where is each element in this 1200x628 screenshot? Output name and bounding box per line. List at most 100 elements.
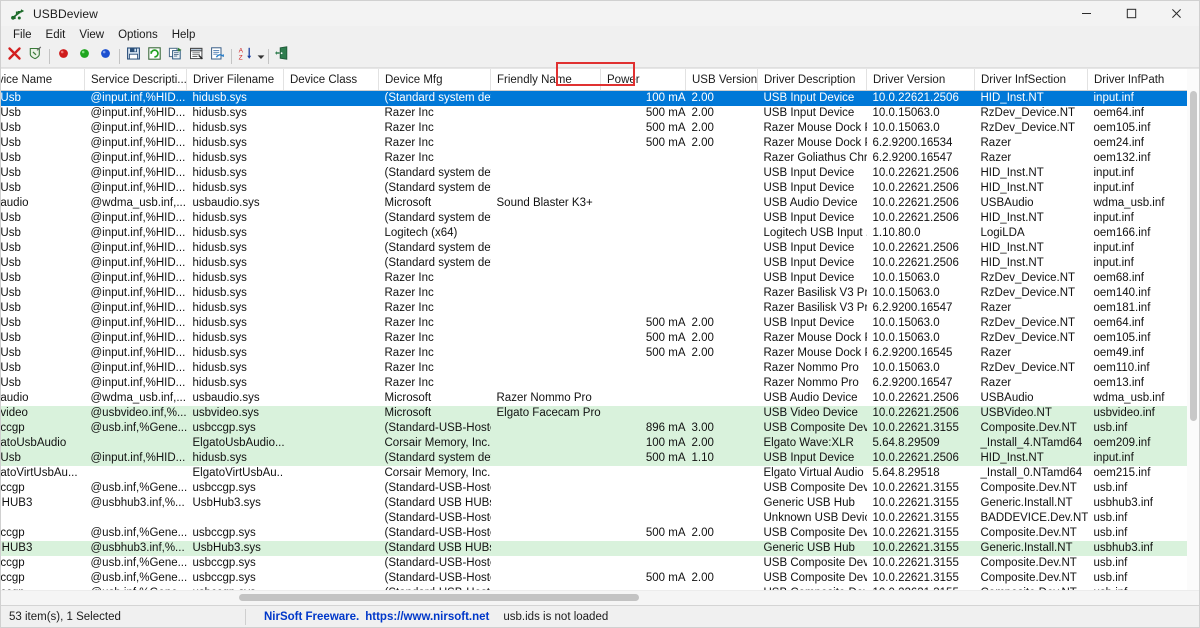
vertical-scrollbar[interactable] [1187,69,1199,591]
vertical-scrollbar-thumb[interactable] [1190,91,1197,421]
cell-service-name: dUsb [1,316,85,331]
column-header-service-name[interactable]: rvice Name [1,69,85,91]
properties-button[interactable] [186,46,207,66]
cell-device-mfg: (Standard USB HUBs) [379,541,491,556]
menu-options[interactable]: Options [111,27,165,44]
cell-service-description: @usb.inf,%Gene... [85,421,187,436]
table-row[interactable]: dUsb@input.inf,%HID...hidusb.sys(Standar… [1,256,1199,271]
table-row[interactable]: baudio@wdma_usb.inf,...usbaudio.sysMicro… [1,196,1199,211]
table-row[interactable]: dUsb@input.inf,%HID...hidusb.sys(Standar… [1,181,1199,196]
column-header-power[interactable]: Power [601,69,686,91]
table-row[interactable]: baudio@wdma_usb.inf,...usbaudio.sysMicro… [1,391,1199,406]
table-row[interactable]: dUsb@input.inf,%HID...hidusb.sysLogitech… [1,226,1199,241]
cell-service-name: bccgp [1,556,85,571]
table-row[interactable]: bccgp@usb.inf,%Gene...usbccgp.sys(Standa… [1,526,1199,541]
uninstall-selected-devices-button[interactable] [4,46,25,66]
cell-power [601,481,686,496]
column-header-usb-version[interactable]: USB Version [686,69,758,91]
cell-driver-infsection: HID_Inst.NT [975,91,1088,107]
menu-file[interactable]: File [6,27,39,44]
cell-driver-version: 10.0.22621.3155 [867,541,975,556]
menu-edit[interactable]: Edit [39,27,73,44]
cell-driver-description: USB Input Device [758,211,867,226]
column-header-driver-infsection[interactable]: Driver InfSection [975,69,1088,91]
horizontal-scrollbar-thumb[interactable] [239,594,639,601]
cell-service-name: dUsb [1,121,85,136]
device-table-body[interactable]: dUsb@input.inf,%HID...hidusb.sys(Standar… [1,91,1199,602]
table-row[interactable]: dUsb@input.inf,%HID...hidusb.sys(Standar… [1,451,1199,466]
column-header-device-class[interactable]: Device Class [284,69,379,91]
table-row[interactable]: bccgp@usb.inf,%Gene...usbccgp.sys(Standa… [1,421,1199,436]
column-header-friendly-name[interactable]: Friendly Name [491,69,601,91]
cell-device-mfg: (Standard system devi... [379,91,491,107]
column-header-driver-filename[interactable]: Driver Filename [187,69,284,91]
cell-driver-description: Razer Nommo Pro [758,376,867,391]
save-selected-items-button[interactable] [123,46,144,66]
copy-selected-items-button[interactable] [165,46,186,66]
table-row[interactable]: (Standard-USB-Hostc...Unknown USB Devic.… [1,511,1199,526]
cell-device-mfg: Microsoft [379,406,491,421]
table-row[interactable]: dUsb@input.inf,%HID...hidusb.sysRazer In… [1,301,1199,316]
sort-by-button[interactable]: A Z [235,46,256,66]
cell-driver-infpath: oem13.inf [1088,376,1188,391]
column-header-driver-infpath[interactable]: Driver InfPath [1088,69,1188,91]
table-row[interactable]: dUsb@input.inf,%HID...hidusb.sys(Standar… [1,211,1199,226]
cell-device-class [284,316,379,331]
sort-by-dropdown[interactable] [256,46,265,66]
menu-view[interactable]: View [72,27,111,44]
cell-driver-infpath: oem140.inf [1088,286,1188,301]
table-row[interactable]: dUsb@input.inf,%HID...hidusb.sysRazer In… [1,136,1199,151]
enable-selected-devices-button[interactable] [74,46,95,66]
html-report-button[interactable] [207,46,228,66]
column-header-device-mfg[interactable]: Device Mfg [379,69,491,91]
table-row[interactable]: gatoUsbAudioElgatoUsbAudio....Corsair Me… [1,436,1199,451]
cell-device-mfg: (Standard-USB-Hostc... [379,511,491,526]
column-header-service-description[interactable]: Service Descripti... [85,69,187,91]
close-button[interactable] [1154,1,1199,26]
table-row[interactable]: dUsb@input.inf,%HID...hidusb.sysRazer In… [1,376,1199,391]
cell-service-description: @input.inf,%HID... [85,136,187,151]
cell-device-class [284,391,379,406]
table-row[interactable]: dUsb@input.inf,%HID...hidusb.sysRazer In… [1,361,1199,376]
menu-help[interactable]: Help [165,27,203,44]
window-controls [1064,1,1199,26]
cell-service-description: @input.inf,%HID... [85,316,187,331]
cell-driver-description: Razer Mouse Dock Pro [758,121,867,136]
maximize-button[interactable] [1109,1,1154,26]
cell-driver-infpath: input.inf [1088,451,1188,466]
table-row[interactable]: bccgp@usb.inf,%Gene...usbccgp.sys(Standa… [1,481,1199,496]
device-list-view[interactable]: rvice NameService Descripti...Driver Fil… [1,68,1199,605]
table-row[interactable]: dUsb@input.inf,%HID...hidusb.sys(Standar… [1,166,1199,181]
table-row[interactable]: dUsb@input.inf,%HID...hidusb.sysRazer In… [1,121,1199,136]
table-row[interactable]: dUsb@input.inf,%HID...hidusb.sysRazer In… [1,286,1199,301]
table-row[interactable]: BHUB3@usbhub3.inf,%...UsbHub3.sys(Standa… [1,496,1199,511]
table-row[interactable]: dUsb@input.inf,%HID...hidusb.sysRazer In… [1,271,1199,286]
table-row[interactable]: dUsb@input.inf,%HID...hidusb.sysRazer In… [1,346,1199,361]
table-row[interactable]: dUsb@input.inf,%HID...hidusb.sys(Standar… [1,241,1199,256]
column-header-driver-version[interactable]: Driver Version [867,69,975,91]
table-row[interactable]: dUsb@input.inf,%HID...hidusb.sysRazer In… [1,316,1199,331]
table-row[interactable]: dUsb@input.inf,%HID...hidusb.sysRazer In… [1,331,1199,346]
copy-icon [168,46,183,66]
table-row[interactable]: BHUB3@usbhub3.inf,%...UsbHub3.sys(Standa… [1,541,1199,556]
cell-driver-version: 10.0.22621.3155 [867,526,975,541]
table-row[interactable]: dUsb@input.inf,%HID...hidusb.sysRazer In… [1,106,1199,121]
cell-device-class [284,271,379,286]
nirsoft-website-link[interactable]: https://www.nirsoft.net [365,611,489,623]
table-row[interactable]: bvideo@usbvideo.inf,%...usbvideo.sysMicr… [1,406,1199,421]
disable-selected-devices-button[interactable] [53,46,74,66]
horizontal-scrollbar[interactable] [1,590,1199,605]
cell-driver-filename: hidusb.sys [187,181,284,196]
table-row[interactable]: gatoVirtUsbAu...ElgatoVirtUsbAu...Corsai… [1,466,1199,481]
disable-enable-selected-devices-button[interactable] [95,46,116,66]
table-row[interactable]: dUsb@input.inf,%HID...hidusb.sys(Standar… [1,91,1199,107]
minimize-button[interactable] [1064,1,1109,26]
table-row[interactable]: bccgp@usb.inf,%Gene...usbccgp.sys(Standa… [1,571,1199,586]
table-row[interactable]: bccgp@usb.inf,%Gene...usbccgp.sys(Standa… [1,556,1199,571]
cell-service-name: BHUB3 [1,496,85,511]
clean-unused-entries-button[interactable] [25,46,46,66]
refresh-button[interactable] [144,46,165,66]
column-header-driver-description[interactable]: Driver Description [758,69,867,91]
exit-button[interactable] [272,46,293,66]
table-row[interactable]: dUsb@input.inf,%HID...hidusb.sysRazer In… [1,151,1199,166]
